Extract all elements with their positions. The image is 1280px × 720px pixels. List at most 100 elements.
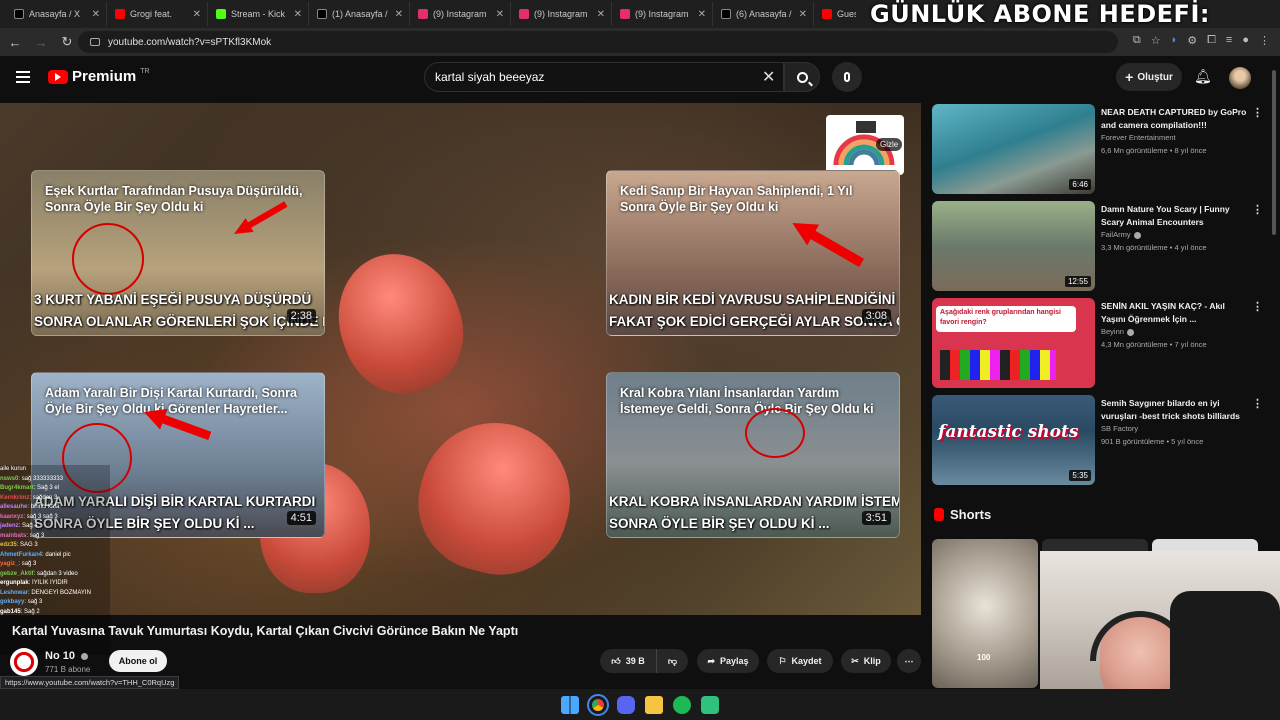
dislike-button[interactable]: 👎︎ <box>656 649 688 673</box>
chat-message: jadenz: Sağ 4 <box>0 523 38 529</box>
verified-badge-icon <box>1126 328 1134 336</box>
link-hover-status: https://www.youtube.com/watch?v=THH_C0Rq… <box>0 676 180 689</box>
channel-name[interactable]: No 10 <box>45 650 89 662</box>
browser-tab[interactable]: Anasayfa / X ✕ <box>8 2 107 26</box>
voice-search-button[interactable] <box>832 62 862 92</box>
x-favicon-icon <box>317 9 327 19</box>
endscreen-video-card[interactable]: Kedi Sanıp Bir Hayvan Sahiplendi, 1 Yıl … <box>606 170 900 336</box>
recommended-video[interactable]: 6:46 NEAR DEATH CAPTURED by GoPro and ca… <box>932 104 1272 196</box>
recommended-video[interactable]: Aşağıdaki renk gruplarından hangisi favo… <box>932 298 1272 390</box>
account-avatar[interactable] <box>1229 67 1251 89</box>
close-tab-icon[interactable]: ✕ <box>92 9 100 20</box>
video-thumbnail[interactable]: fantastic shots 5:35 <box>932 395 1095 485</box>
chat-message: yagiz_: sağ 3 <box>0 561 37 567</box>
close-tab-icon[interactable]: ✕ <box>294 9 302 20</box>
more-options-icon[interactable]: ⋮ <box>1252 106 1263 119</box>
chrome-icon[interactable] <box>587 693 609 716</box>
obs-app-icon[interactable] <box>701 695 719 714</box>
close-tab-icon[interactable]: ✕ <box>395 9 403 20</box>
browser-tab[interactable]: (9) Instagram ✕ <box>513 2 612 26</box>
video-thumbnail[interactable]: 6:46 <box>932 104 1095 194</box>
back-arrow-icon[interactable]: ← <box>4 35 26 50</box>
red-arrow-icon <box>786 213 867 274</box>
chrome-menu-icon[interactable]: ⋮ <box>1259 34 1270 47</box>
browser-tab[interactable]: Stream - Kick ✕ <box>210 2 309 26</box>
chick-beak-graphic <box>319 236 481 410</box>
chat-message: Kernkrimz: sağdan 3 <box>0 494 58 501</box>
forward-arrow-icon[interactable]: → <box>30 35 52 50</box>
more-options-icon[interactable]: ⋮ <box>1252 203 1263 216</box>
close-tab-icon[interactable]: ✕ <box>597 9 605 20</box>
browser-tab[interactable]: Gues <box>816 2 856 26</box>
hamburger-menu-icon[interactable] <box>16 71 30 83</box>
more-actions-button[interactable]: ⋯ <box>897 649 921 673</box>
sidebar-scrollbar[interactable] <box>1272 70 1276 235</box>
endscreen-video-card[interactable]: Kral Kobra Yılanı İnsanlardan Yardım İst… <box>606 372 900 538</box>
chat-message: Leshowar: DENGEYİ BOZMAYIN <box>0 589 91 596</box>
chat-message: gab145: Sağ 2 <box>0 608 40 615</box>
browser-tab[interactable]: (9) Instagram ✕ <box>412 2 511 26</box>
close-tab-icon[interactable]: ✕ <box>698 9 706 20</box>
chat-message: mainbats: sağ 3 <box>0 532 45 539</box>
microphone-icon <box>844 72 850 82</box>
plus-icon: + <box>1125 69 1134 85</box>
site-info-icon[interactable] <box>90 38 100 46</box>
close-tab-icon[interactable]: ✕ <box>799 9 807 20</box>
youtube-favicon-icon <box>822 9 832 19</box>
channel-avatar[interactable] <box>10 648 38 676</box>
windows-taskbar <box>0 689 1280 720</box>
more-options-icon[interactable]: ⋮ <box>1252 300 1263 313</box>
file-explorer-icon[interactable] <box>645 695 663 714</box>
clear-search-icon[interactable]: ✕ <box>762 67 775 87</box>
save-button[interactable]: ⚐ Kaydet <box>767 649 833 673</box>
youtube-premium-logo[interactable]: Premium TR <box>48 68 150 85</box>
browser-tab[interactable]: (1) Anasayfa / ✕ <box>311 2 410 26</box>
notifications-bell-icon[interactable]: 🔔︎ <box>1194 68 1212 85</box>
reload-icon[interactable]: ↻ <box>56 34 78 50</box>
install-app-icon[interactable]: ⧉ <box>1133 34 1141 47</box>
share-arrow-icon: ➦ <box>707 655 715 666</box>
puzzle-extensions-icon[interactable]: ⧠ <box>1207 34 1216 47</box>
chat-message: gebze_Aktif: sağdan 3 video <box>0 570 78 577</box>
close-tab-icon[interactable]: ✕ <box>193 9 201 20</box>
extension-icon[interactable]: ◗ <box>1171 34 1178 47</box>
kick-favicon-icon <box>216 9 226 19</box>
spotify-icon[interactable] <box>673 695 691 714</box>
video-thumbnail[interactable]: 12:55 <box>932 201 1095 291</box>
chat-message: nsws0: sağ 333333333 <box>0 475 64 482</box>
recommended-video[interactable]: 12:55 Damn Nature You Scary | Funny Scar… <box>932 201 1272 293</box>
recommended-video[interactable]: fantastic shots 5:35 Semih Saygıner bila… <box>932 395 1272 487</box>
clip-button[interactable]: ✂ Klip <box>841 649 891 673</box>
more-options-icon[interactable]: ⋮ <box>1252 397 1263 410</box>
youtube-favicon-icon <box>115 9 125 19</box>
subscribe-button[interactable]: Abone ol <box>109 650 167 672</box>
reading-list-icon[interactable]: ≡ <box>1226 34 1232 47</box>
video-thumbnail[interactable]: Aşağıdaki renk gruplarından hangisi favo… <box>932 298 1095 388</box>
endscreen-video-card[interactable]: Eşek Kurtlar Tarafından Pusuya Düşürüldü… <box>31 170 325 336</box>
instagram-favicon-icon <box>418 9 428 19</box>
search-button[interactable] <box>784 62 820 92</box>
browser-tab[interactable]: Grogi feat. ✕ <box>109 2 208 26</box>
address-bar[interactable]: youtube.com/watch?v=sPTKfl3KMok <box>78 31 1118 53</box>
share-button[interactable]: ➦ Paylaş <box>697 649 759 673</box>
bookmark-star-icon[interactable]: ☆ <box>1151 34 1161 47</box>
windows-start-icon[interactable] <box>561 695 579 714</box>
chick-beak-graphic <box>403 406 587 590</box>
browser-extension-icons: ⧉ ☆ ◗ ⚙ ⧠ ≡ ● ⋮ <box>1133 34 1270 47</box>
discord-icon[interactable] <box>617 695 635 714</box>
like-button[interactable]: 👍︎ 39 B <box>600 649 656 673</box>
shorts-logo-icon <box>934 508 944 521</box>
browser-tab[interactable]: (6) Anasayfa / ✕ <box>715 2 814 26</box>
youtube-play-icon <box>48 69 68 84</box>
extension-icon[interactable]: ⚙ <box>1187 34 1197 47</box>
video-player[interactable]: Gizle Eşek Kurtlar Tarafından Pusuya Düş… <box>0 103 921 615</box>
close-tab-icon[interactable]: ✕ <box>496 9 504 20</box>
hide-watermark-button[interactable]: Gizle <box>876 138 903 151</box>
search-input[interactable]: kartal siyah beeeyaz <box>424 62 784 92</box>
instagram-favicon-icon <box>620 9 630 19</box>
short-video-thumbnail[interactable]: 100 <box>932 539 1038 688</box>
video-title: Kartal Yuvasına Tavuk Yumurtası Koydu, K… <box>12 624 519 638</box>
profile-icon[interactable]: ● <box>1242 34 1249 47</box>
browser-tab[interactable]: (9) Instagram ✕ <box>614 2 713 26</box>
create-button[interactable]: + Oluştur <box>1116 63 1182 91</box>
